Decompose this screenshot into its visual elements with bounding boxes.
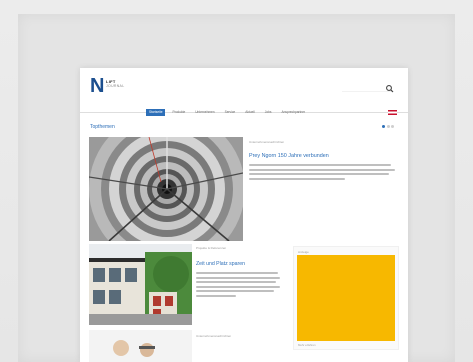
site-header: N LIFT JOURNAL (80, 68, 408, 106)
excerpt-line (249, 177, 345, 180)
nav-item-ansprechpartner[interactable]: Ansprechpartner (279, 109, 309, 116)
excerpt-line (196, 294, 236, 297)
pager-dot[interactable] (391, 125, 394, 128)
card-image-building[interactable] (89, 244, 192, 325)
excerpt-line (196, 290, 274, 293)
flag-icon[interactable] (388, 110, 397, 115)
hero-article: Unternehmensnachrichten Prey Ngorn 150 J… (249, 140, 399, 182)
pager-dot[interactable] (382, 125, 385, 128)
nav-item-produkte[interactable]: Produkte (169, 109, 188, 116)
slider-pager (382, 125, 394, 128)
excerpt-line (196, 285, 280, 288)
excerpt-line (249, 173, 389, 176)
ad-footer[interactable]: Mehr erfahren (298, 343, 316, 347)
logo-letter: N (90, 75, 105, 97)
ad-banner: Anzeige Mehr erfahren (293, 246, 399, 350)
nav-item-service[interactable]: Service (222, 109, 239, 116)
nav-item-startseite[interactable]: Startseite (146, 109, 166, 116)
hero-excerpt (249, 164, 399, 180)
hero-image[interactable] (89, 137, 243, 241)
nav-item-jobs[interactable]: Jobs (262, 109, 275, 116)
search-icon[interactable] (385, 81, 395, 93)
site-logo[interactable]: N LIFT JOURNAL (90, 76, 130, 96)
nav-item-aktuell[interactable]: Aktuell (242, 109, 258, 116)
card3-tag[interactable]: Unternehmensnachrichten (196, 334, 231, 338)
logo-wordmark: LIFT JOURNAL (106, 79, 136, 89)
excerpt-line (196, 276, 280, 279)
main-nav: Startseite Produkte Unternehmen Service … (146, 109, 308, 116)
ad-creative[interactable] (297, 255, 395, 341)
card-image-portrait[interactable] (89, 330, 192, 362)
logo-subtitle: JOURNAL (106, 84, 125, 88)
website-page: N LIFT JOURNAL Startseite Produkte Unter… (80, 68, 408, 362)
excerpt-line (196, 281, 276, 284)
excerpt-line (196, 272, 278, 274)
card-article-2: Projekte & Referenzen Zeit und Platz spa… (196, 246, 282, 300)
excerpt-line (249, 164, 391, 166)
excerpt-line (249, 168, 395, 171)
nav-item-unternehmen[interactable]: Unternehmen (192, 109, 217, 116)
hero-title[interactable]: Prey Ngorn 150 Jahre verbunden (249, 153, 399, 159)
pager-dot[interactable] (386, 125, 390, 128)
card2-tag[interactable]: Projekte & Referenzen (196, 246, 282, 250)
hero-tag[interactable]: Unternehmensnachrichten (249, 140, 399, 144)
card2-title[interactable]: Zeit und Platz sparen (196, 261, 282, 267)
section-title: Topthemen (90, 124, 115, 130)
ad-label: Anzeige (298, 250, 309, 254)
card2-excerpt (196, 272, 282, 297)
